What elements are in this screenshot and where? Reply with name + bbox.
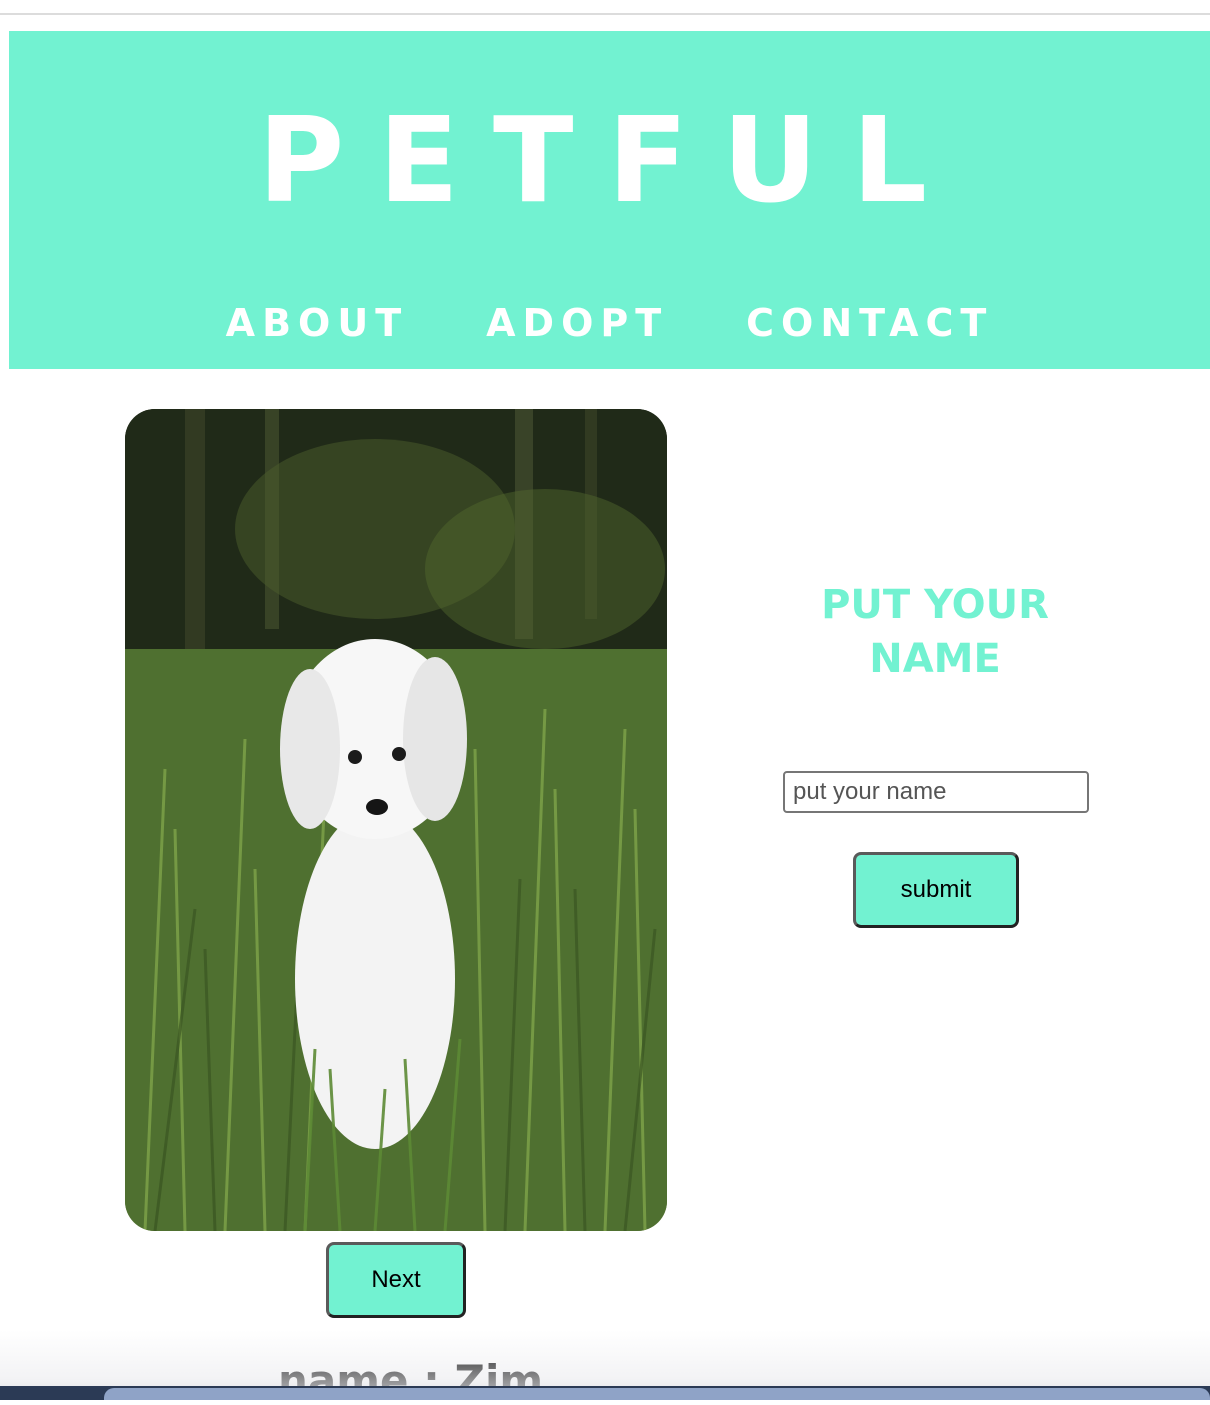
nav-item-about[interactable]: ABOUT [226,301,408,345]
form-title: Put your name [821,582,1049,682]
nav-item-adopt[interactable]: ADOPT [486,301,668,345]
next-button[interactable]: Next [326,1242,466,1318]
nav-item-contact[interactable]: CONTACT [746,301,993,345]
name-input[interactable] [783,771,1089,813]
taskbar-dock [104,1388,1210,1400]
main-nav: ABOUT ADOPT CONTACT [9,301,1210,345]
submit-button[interactable]: submit [853,852,1019,928]
site-header: PETFUL ABOUT ADOPT CONTACT [9,31,1210,369]
browser-top-divider [0,13,1210,15]
pet-photo [125,409,667,1231]
site-logo[interactable]: PETFUL [9,101,1210,219]
dog-photo-icon [125,409,667,1231]
